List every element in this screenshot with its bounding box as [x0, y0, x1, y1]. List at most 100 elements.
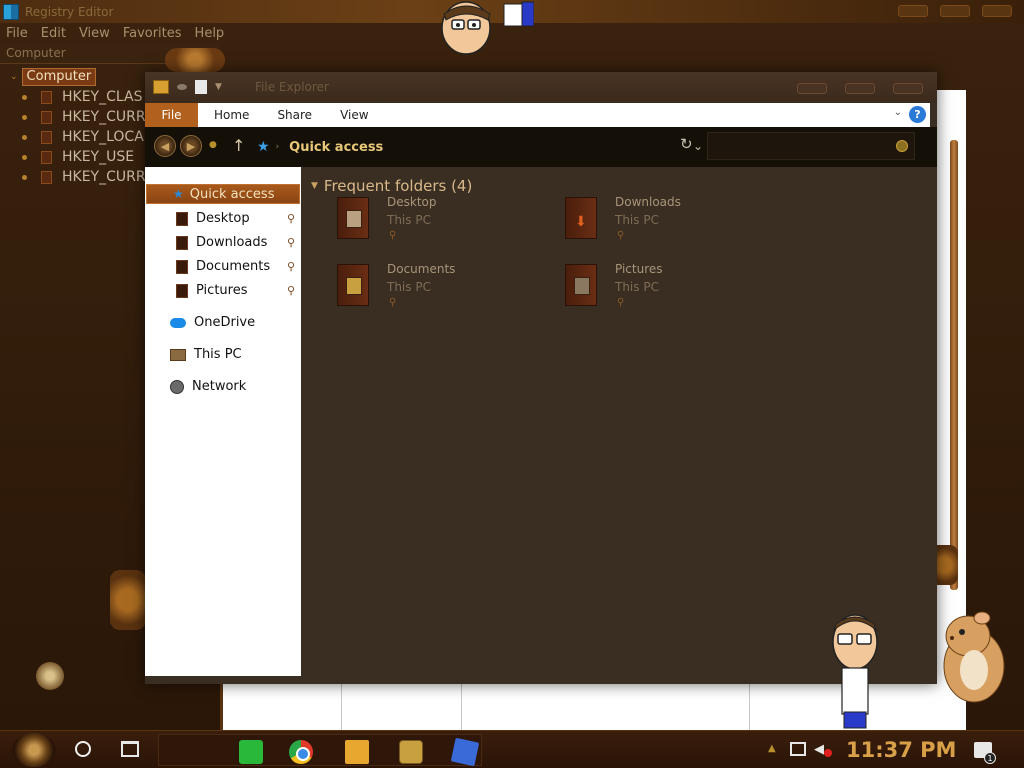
folder-name: Pictures	[615, 262, 663, 276]
explorer-close-button[interactable]	[893, 83, 923, 94]
tab-share[interactable]: Share	[277, 108, 312, 122]
registry-minimize-button[interactable]	[898, 5, 928, 17]
tab-file[interactable]: File	[145, 103, 198, 127]
file-explorer-window: ▼ File Explorer File Home Share View ⌄ ?…	[145, 72, 937, 684]
breadcrumb-chevron-icon[interactable]: ›	[276, 142, 280, 152]
registry-window-controls	[898, 5, 1012, 17]
menu-file[interactable]: File	[6, 26, 28, 41]
folder-name: Desktop	[387, 195, 437, 209]
expand-icon[interactable]	[22, 94, 27, 100]
refresh-icon[interactable]: ↻	[680, 135, 693, 153]
nav-item-documents[interactable]: Documents	[176, 259, 270, 274]
arrow-right-icon: ▶	[186, 139, 196, 153]
nav-item-quick-access[interactable]: ★ Quick access	[146, 184, 300, 204]
star-icon: ★	[257, 139, 270, 155]
chrome-icon[interactable]	[289, 740, 313, 764]
expand-ribbon-icon[interactable]: ⌄	[894, 107, 902, 118]
folder-icon	[41, 170, 52, 184]
show-hidden-icons-icon[interactable]: ▲	[768, 743, 776, 754]
expand-icon[interactable]	[22, 154, 27, 160]
folder-name: Downloads	[615, 195, 681, 209]
nav-item-desktop[interactable]: Desktop	[176, 211, 250, 226]
pin-icon: ⚲	[389, 230, 397, 241]
pin-icon: ⚲	[617, 230, 625, 241]
expand-icon[interactable]: ⌄	[10, 72, 18, 82]
search-icon[interactable]	[896, 140, 908, 152]
menu-favorites[interactable]: Favorites	[123, 26, 182, 41]
tab-view[interactable]: View	[340, 108, 368, 122]
task-view-icon[interactable]	[121, 741, 139, 757]
tree-node-hkey[interactable]: HKEY_CLAS	[22, 89, 142, 105]
expand-icon[interactable]	[22, 114, 27, 120]
network-icon	[170, 379, 184, 394]
tree-node-hkey[interactable]: HKEY_CURR	[22, 169, 146, 185]
nav-item-onedrive[interactable]: OneDrive	[170, 315, 255, 330]
tree-node-label: HKEY_CLAS	[62, 89, 143, 105]
nav-item-downloads[interactable]: Downloads	[176, 235, 267, 250]
game-icon[interactable]	[399, 740, 423, 764]
registry-close-button[interactable]	[982, 5, 1012, 17]
pin-icon[interactable]: ⚲	[287, 260, 295, 273]
gear-decoration	[165, 48, 225, 72]
tree-node-hkey[interactable]: HKEY_USE	[22, 149, 134, 165]
chevron-down-icon[interactable]: ▼	[311, 181, 318, 191]
recent-locations-button[interactable]: ●	[209, 140, 217, 150]
sticky-notes-icon[interactable]	[239, 740, 263, 764]
start-button-icon[interactable]	[12, 733, 56, 767]
back-button[interactable]: ◀	[154, 135, 176, 157]
chevron-down-icon[interactable]: ▼	[215, 82, 222, 92]
address-bar[interactable]: ★ › Quick access ⌄	[251, 132, 703, 162]
menu-view[interactable]: View	[79, 26, 110, 41]
content-pane[interactable]: ▼ Frequent folders (4) Desktop This PC ⚲…	[301, 167, 937, 676]
cortana-icon[interactable]	[75, 741, 91, 757]
registry-maximize-button[interactable]	[940, 5, 970, 17]
explorer-maximize-button[interactable]	[845, 83, 875, 94]
cubes-icon[interactable]	[450, 737, 480, 767]
nav-item-this-pc[interactable]: This PC	[170, 347, 242, 362]
search-input[interactable]	[707, 132, 915, 160]
nav-item-pictures[interactable]: Pictures	[176, 283, 247, 298]
pin-icon[interactable]: ⚲	[287, 236, 295, 249]
folder-tile-documents[interactable]: Documents This PC ⚲	[297, 262, 497, 316]
pin-icon[interactable]: ⚲	[287, 212, 295, 225]
explorer-titlebar[interactable]: ▼ File Explorer	[145, 72, 937, 103]
hamster-decoration	[943, 611, 1005, 703]
expand-icon[interactable]	[22, 134, 27, 140]
address-dropdown-icon[interactable]: ⌄	[693, 139, 703, 153]
tree-node-hkey[interactable]: HKEY_LOCA	[22, 129, 144, 145]
tree-node-hkey[interactable]: HKEY_CURR	[22, 109, 146, 125]
up-button[interactable]: ↑	[232, 136, 245, 155]
explorer-minimize-button[interactable]	[797, 83, 827, 94]
nav-item-label: Network	[192, 379, 247, 394]
help-icon[interactable]: ?	[909, 106, 926, 123]
group-header-frequent-folders[interactable]: ▼ Frequent folders (4)	[311, 177, 472, 195]
folder-tile-downloads[interactable]: ⬇ Downloads This PC ⚲	[525, 195, 725, 249]
folder-icon	[176, 235, 188, 250]
nav-item-network[interactable]: Network	[170, 379, 246, 394]
folder-icon[interactable]	[153, 80, 169, 94]
clock[interactable]: 11:37 PM	[846, 738, 956, 762]
folder-tile-pictures[interactable]: Pictures This PC ⚲	[525, 262, 725, 316]
folder-icon	[41, 130, 52, 144]
tab-home[interactable]: Home	[214, 108, 249, 122]
forward-button[interactable]: ▶	[180, 135, 202, 157]
tree-node-computer[interactable]: ⌄ Computer	[10, 68, 97, 86]
tree-node-computer-label[interactable]: Computer	[21, 68, 97, 86]
file-explorer-icon[interactable]	[345, 740, 369, 764]
nav-item-label: Quick access	[189, 186, 275, 202]
ribbon-tabs: File Home Share View ⌄ ?	[145, 103, 930, 127]
properties-icon[interactable]	[195, 80, 207, 94]
nav-item-label: Desktop	[196, 211, 250, 226]
pin-icon[interactable]: ⚲	[287, 284, 295, 297]
folder-icon	[41, 110, 52, 124]
address-text[interactable]: Quick access	[289, 140, 383, 155]
volume-muted-icon[interactable]: ◀	[814, 742, 824, 757]
tree-node-label: HKEY_CURR	[62, 169, 146, 185]
menu-help[interactable]: Help	[195, 26, 225, 41]
expand-icon[interactable]	[22, 174, 27, 180]
arrow-left-icon: ◀	[160, 139, 170, 153]
menu-edit[interactable]: Edit	[41, 26, 66, 41]
undo-icon[interactable]	[177, 84, 187, 90]
folder-tile-desktop[interactable]: Desktop This PC ⚲	[297, 195, 497, 249]
network-tray-icon[interactable]	[790, 742, 806, 756]
